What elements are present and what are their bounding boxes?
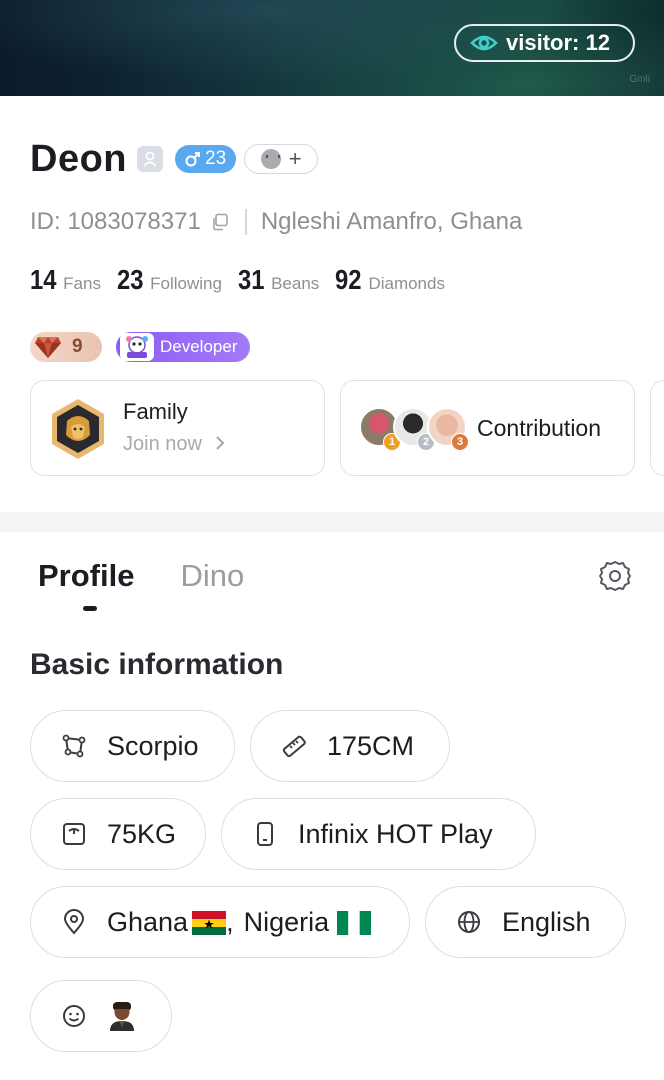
level-badge[interactable]: 9 <box>30 332 102 362</box>
ghana-flag-icon <box>192 911 227 936</box>
developer-badge[interactable]: Developer <box>116 332 250 362</box>
eye-icon <box>470 35 498 51</box>
zodiac-icon <box>62 734 86 758</box>
device-value: Infinix HOT Play <box>298 818 493 849</box>
tab-profile[interactable]: Profile <box>38 558 134 611</box>
male-icon <box>185 152 200 167</box>
user-id: ID: 1083078371 <box>30 208 201 235</box>
following-count[interactable]: 23 <box>117 264 143 296</box>
contribution-title: Contribution <box>477 415 602 441</box>
fans-label[interactable]: Fans <box>63 274 101 294</box>
age-value: 23 <box>205 148 227 169</box>
zodiac-chip: Scorpio <box>30 710 235 782</box>
weight-chip: 75KG <box>30 798 206 870</box>
chevron-right-icon <box>215 436 224 450</box>
contribution-card[interactable]: 1 2 3 Contribution <box>340 380 635 476</box>
beans-count[interactable]: 31 <box>238 264 264 296</box>
smiley-icon <box>63 1005 85 1027</box>
phone-icon <box>257 822 273 846</box>
diamond-gem-icon <box>35 337 61 358</box>
add-symbol: + <box>288 146 302 171</box>
family-card[interactable]: Family Join now <box>30 380 325 476</box>
diamonds-label[interactable]: Diamonds <box>368 274 445 294</box>
mood-chip <box>30 980 172 1052</box>
person-emoji-icon <box>110 1002 134 1031</box>
family-join-now[interactable]: Join now <box>123 433 226 456</box>
language-value: English <box>502 906 591 937</box>
family-title: Family <box>123 399 188 424</box>
basic-info-title: Basic information <box>30 648 284 681</box>
add-tag-button[interactable]: + <box>244 144 319 174</box>
family-join-label: Join now <box>123 433 202 455</box>
ruler-icon <box>282 735 306 758</box>
country-values: Ghana, Nigeria <box>107 906 372 938</box>
profile-card-icon[interactable] <box>137 146 163 172</box>
country-nigeria: Nigeria <box>243 906 330 937</box>
weight-value: 75KG <box>107 818 177 849</box>
copy-icon[interactable] <box>211 213 229 231</box>
location-pin-icon <box>63 909 85 935</box>
feature-cards: Family Join now 1 2 3 Contribution <box>30 380 664 476</box>
level-number: 9 <box>72 336 83 357</box>
gender-age-badge: 23 <box>175 145 237 173</box>
location-text: Ngleshi Amanfro, Ghana <box>260 208 523 235</box>
following-label[interactable]: Following <box>150 274 222 294</box>
visitor-label: visitor: 12 <box>506 30 610 55</box>
contributor-avatar-3: 3 <box>427 407 469 451</box>
id-row: ID: 1083078371 Ngleshi Amanfro, Ghana <box>30 206 522 238</box>
language-chip: English <box>425 886 626 958</box>
user-name: Deon <box>30 137 127 180</box>
developer-mascot-icon <box>120 333 154 361</box>
country-ghana: Ghana <box>107 906 189 937</box>
watermark: Gmli <box>629 74 650 85</box>
device-chip: Infinix HOT Play <box>221 798 536 870</box>
face-icon <box>260 149 281 169</box>
country-chip: Ghana, Nigeria <box>30 886 410 958</box>
height-chip: 175CM <box>250 710 450 782</box>
fans-count[interactable]: 14 <box>30 264 56 296</box>
name-row: Deon 23 + <box>30 136 319 182</box>
height-value: 175CM <box>327 730 415 761</box>
contributor-avatars: 1 2 3 <box>359 407 469 451</box>
extra-card[interactable] <box>650 380 664 476</box>
tab-bar: Profile Dino <box>38 558 244 611</box>
badges-row: 9 Developer <box>30 332 250 362</box>
country-separator: , <box>226 906 234 937</box>
nigeria-flag-icon <box>337 911 372 936</box>
stats-row: 14 Fans 23 Following 31 Beans 92 Diamond… <box>30 264 455 296</box>
section-divider <box>0 512 664 532</box>
lion-family-icon <box>52 399 104 459</box>
beans-label[interactable]: Beans <box>271 274 319 294</box>
gear-icon[interactable] <box>598 559 632 593</box>
zodiac-value: Scorpio <box>107 730 199 761</box>
diamonds-count[interactable]: 92 <box>335 264 361 296</box>
developer-label: Developer <box>160 337 238 356</box>
header-banner: visitor: 12 Gmli <box>0 0 664 96</box>
globe-icon <box>458 911 480 933</box>
scale-icon <box>63 823 85 845</box>
rank-badge-3: 3 <box>451 433 469 451</box>
divider <box>244 209 247 235</box>
tab-dino[interactable]: Dino <box>180 558 244 594</box>
visitor-counter[interactable]: visitor: 12 <box>454 24 635 62</box>
